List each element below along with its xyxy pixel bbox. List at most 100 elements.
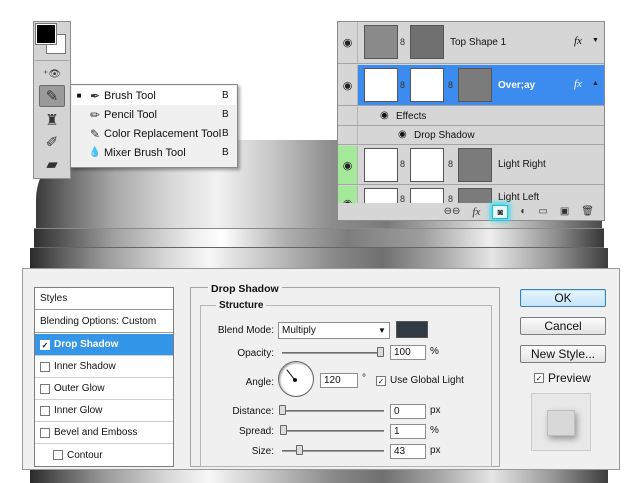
use-global-light-option[interactable]: ✓ Use Global Light xyxy=(376,375,464,386)
distance-input[interactable]: 0 xyxy=(390,404,426,419)
menu-item-shortcut: B xyxy=(222,90,229,101)
foreground-color-swatch[interactable] xyxy=(35,23,57,45)
link-icon: 8 xyxy=(400,159,406,169)
vector-mask-thumbnail xyxy=(458,68,492,102)
visibility-eye-icon[interactable] xyxy=(338,126,358,144)
visibility-eye-icon[interactable]: ◉ xyxy=(338,65,358,105)
spread-slider-track[interactable] xyxy=(282,430,384,432)
inner-shadow-checkbox[interactable] xyxy=(40,361,50,372)
layer-row-light-left[interactable]: ◉ 8 8 Light Left xyxy=(338,186,604,203)
styles-list: Styles Blending Options: Custom ✓ Drop S… xyxy=(34,287,174,467)
link-icon[interactable]: ⊖⊖ xyxy=(444,206,461,217)
drop-shadow-eye-icon[interactable]: ◉ xyxy=(398,129,407,140)
layer-thumbnail xyxy=(364,148,398,182)
menu-item-pencil-tool[interactable]: ✏ Pencil Tool B xyxy=(72,105,236,124)
history-brush-tool[interactable]: ✐ xyxy=(39,131,65,153)
layers-panel: ◉ 8 Top Shape 1 fx ▼ ◉ 8 8 Over;ay fx ▲ … xyxy=(337,21,605,221)
style-item-bevel-emboss[interactable]: Bevel and Emboss xyxy=(35,422,173,444)
styles-header-label: Styles xyxy=(40,293,68,304)
distance-unit: px xyxy=(430,405,441,416)
layer-row-light-right[interactable]: ◉ 8 8 Light Right xyxy=(338,146,604,185)
bevel-emboss-checkbox[interactable] xyxy=(40,427,50,438)
layers-panel-footer: ⊖⊖ fx ◙ ◐ ▭ ▣ 🗑 xyxy=(338,203,604,220)
visibility-eye-icon[interactable]: ◉ xyxy=(338,146,358,184)
layer-effect-drop-shadow-row[interactable]: ◉ Drop Shadow xyxy=(338,126,604,145)
shadow-color-swatch[interactable] xyxy=(396,321,428,338)
visibility-eye-icon[interactable] xyxy=(338,107,358,125)
new-style-button-label: New Style... xyxy=(530,347,596,361)
blend-mode-value: Multiply xyxy=(282,325,316,336)
fx-icon[interactable]: fx xyxy=(574,35,582,47)
spread-input[interactable]: 1 xyxy=(390,424,426,439)
drop-shadow-label: Drop Shadow xyxy=(414,130,475,141)
link-icon: 8 xyxy=(448,80,454,90)
spread-unit: % xyxy=(430,425,439,436)
menu-item-color-replacement-tool[interactable]: ✎ Color Replacement Tool B xyxy=(72,124,236,143)
adjustment-icon[interactable]: ◐ xyxy=(520,206,526,217)
angle-input[interactable]: 120 xyxy=(320,373,358,388)
visibility-eye-icon[interactable]: ◉ xyxy=(338,22,358,63)
cancel-button[interactable]: Cancel xyxy=(520,317,606,335)
opacity-slider-track[interactable] xyxy=(282,352,384,354)
distance-slider-track[interactable] xyxy=(282,410,384,412)
menu-item-label: Color Replacement Tool xyxy=(104,127,222,140)
opacity-input[interactable]: 100 xyxy=(390,345,426,360)
size-input[interactable]: 43 xyxy=(390,444,426,459)
stamp-move-tool[interactable]: ⁺👁 xyxy=(39,63,65,85)
brush-tool[interactable]: ✎ xyxy=(39,85,65,107)
distance-slider-thumb[interactable] xyxy=(279,405,286,415)
new-layer-icon[interactable]: ▣ xyxy=(560,206,569,217)
style-item-contour[interactable]: Contour xyxy=(35,444,173,466)
layer-effects-row[interactable]: ◉ Effects xyxy=(338,107,604,126)
visibility-eye-icon[interactable]: ◉ xyxy=(338,186,358,203)
opacity-unit: % xyxy=(430,346,439,357)
trash-icon[interactable]: 🗑 xyxy=(581,206,594,217)
eraser-tool[interactable]: ▰ xyxy=(39,153,65,175)
add-mask-icon[interactable]: ◙ xyxy=(492,204,509,219)
fx-icon[interactable]: fx xyxy=(472,206,480,218)
layer-row-top-shape-1[interactable]: ◉ 8 Top Shape 1 fx ▼ xyxy=(338,22,604,64)
spread-slider-thumb[interactable] xyxy=(279,425,287,435)
outer-glow-checkbox[interactable] xyxy=(40,383,50,394)
preview-checkbox[interactable]: ✓ xyxy=(534,373,544,383)
folder-icon[interactable]: ▭ xyxy=(538,206,547,217)
style-item-drop-shadow[interactable]: ✓ Drop Shadow xyxy=(35,334,173,356)
style-item-inner-shadow[interactable]: Inner Shadow xyxy=(35,356,173,378)
clone-stamp-tool[interactable]: ♜ xyxy=(39,109,65,131)
contour-checkbox[interactable] xyxy=(53,450,63,460)
style-preview-swatch xyxy=(547,410,575,436)
spread-value: 1 xyxy=(394,426,400,437)
link-icon: 8 xyxy=(400,80,406,90)
use-global-light-checkbox[interactable]: ✓ xyxy=(376,375,386,386)
ok-button[interactable]: OK xyxy=(520,289,606,307)
blending-options-row[interactable]: Blending Options: Custom xyxy=(35,311,173,333)
preview-label: Preview xyxy=(548,371,591,385)
menu-item-shortcut: B xyxy=(222,109,229,120)
drop-shadow-checkbox[interactable]: ✓ xyxy=(40,339,50,350)
menu-item-mixer-brush-tool[interactable]: 💧 Mixer Brush Tool B xyxy=(72,143,236,162)
use-global-light-label: Use Global Light xyxy=(390,375,464,386)
effects-eye-icon[interactable]: ◉ xyxy=(380,110,389,121)
menu-item-label: Mixer Brush Tool xyxy=(104,146,186,159)
style-item-label: Drop Shadow xyxy=(54,339,119,350)
layer-row-overlay[interactable]: ◉ 8 8 Over;ay fx ▲ xyxy=(338,65,604,106)
link-icon: 8 xyxy=(400,37,406,47)
new-style-button[interactable]: New Style... xyxy=(520,345,606,363)
style-item-label: Contour xyxy=(67,449,103,461)
style-item-outer-glow[interactable]: Outer Glow xyxy=(35,378,173,400)
opacity-slider-thumb[interactable] xyxy=(377,347,384,357)
preview-option[interactable]: ✓ Preview xyxy=(534,371,591,385)
brush-icon: ✎ xyxy=(45,88,59,105)
blend-mode-select[interactable]: Multiply xyxy=(278,322,390,339)
styles-header[interactable]: Styles xyxy=(35,288,173,310)
collapse-arrow-icon[interactable]: ▲ xyxy=(592,80,599,87)
layer-thumbnail xyxy=(364,25,398,59)
size-slider-thumb[interactable] xyxy=(295,445,303,455)
angle-dial-center xyxy=(293,378,297,382)
menu-item-brush-tool[interactable]: ■ ✒ Brush Tool B xyxy=(72,86,236,105)
layer-mask-thumbnail xyxy=(410,188,444,203)
expand-arrow-icon[interactable]: ▼ xyxy=(592,37,599,44)
style-item-inner-glow[interactable]: Inner Glow xyxy=(35,400,173,422)
inner-glow-checkbox[interactable] xyxy=(40,405,50,416)
fx-icon[interactable]: fx xyxy=(574,78,582,90)
